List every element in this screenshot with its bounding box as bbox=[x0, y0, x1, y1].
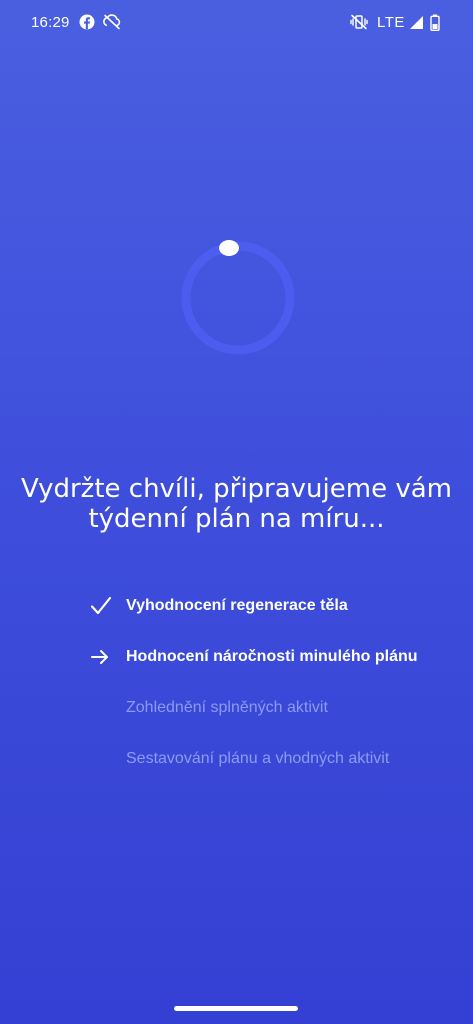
loading-screen: 16:29 LTE Vydržte chvíli, připravujeme v… bbox=[0, 0, 473, 1024]
battery-icon bbox=[430, 14, 440, 31]
step-item: Vyhodnocení regenerace těla bbox=[90, 595, 460, 646]
step-label: Sestavování plánu a vhodných aktivit bbox=[126, 750, 390, 767]
vibrate-off-icon bbox=[350, 14, 368, 30]
step-item: Zohlednění splněných aktivit bbox=[90, 697, 460, 748]
home-indicator[interactable] bbox=[174, 1006, 298, 1011]
step-label: Vyhodnocení regenerace těla bbox=[126, 597, 348, 614]
status-time: 16:29 bbox=[31, 14, 70, 31]
step-label: Zohlednění splněných aktivit bbox=[126, 699, 328, 716]
arrow-right-icon bbox=[91, 650, 108, 664]
facebook-icon bbox=[79, 14, 95, 30]
step-item: Sestavování plánu a vhodných aktivit bbox=[90, 748, 460, 799]
checkmark-icon bbox=[90, 596, 112, 615]
loading-spinner-icon bbox=[181, 240, 295, 355]
sync-off-icon bbox=[103, 14, 121, 30]
network-type: LTE bbox=[377, 14, 405, 31]
step-label: Hodnocení náročnosti minulého plánu bbox=[126, 648, 418, 665]
signal-icon bbox=[410, 16, 423, 29]
status-bar: 16:29 LTE bbox=[0, 0, 473, 46]
page-title: Vydržte chvíli, připravujeme vám týdenní… bbox=[21, 474, 452, 534]
step-item: Hodnocení náročnosti minulého plánu bbox=[90, 646, 460, 697]
progress-steps: Vyhodnocení regenerace těla Hodnocení ná… bbox=[90, 595, 460, 799]
